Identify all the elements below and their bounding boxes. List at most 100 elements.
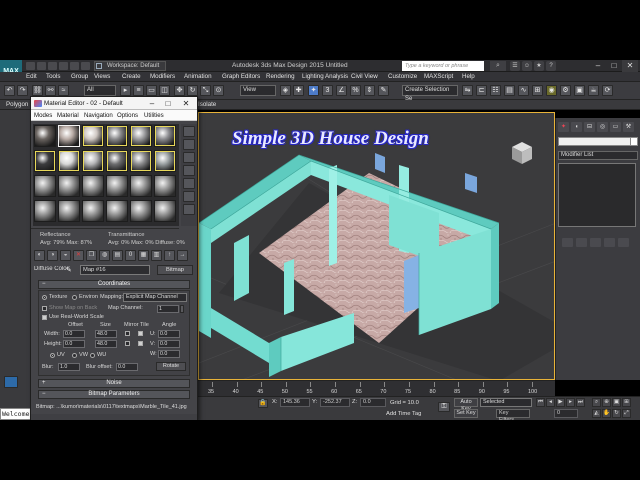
- v-tile-checkbox[interactable]: [138, 341, 143, 346]
- material-editor-icon[interactable]: ◉: [546, 85, 557, 96]
- mirror-icon[interactable]: ⇋: [462, 85, 473, 96]
- zoom-all-icon[interactable]: ⊕: [602, 398, 611, 407]
- me-menu-utilities[interactable]: Utilities: [144, 110, 164, 121]
- texture-radio[interactable]: [42, 295, 47, 300]
- menu-customize[interactable]: Customize: [388, 72, 417, 82]
- show-end-result-icon[interactable]: [576, 238, 587, 247]
- goto-start-icon[interactable]: ⏮: [536, 398, 545, 407]
- rotate-button[interactable]: Rotate: [156, 362, 186, 371]
- me-close-button[interactable]: ✕: [180, 97, 192, 110]
- rotate-icon[interactable]: ↻: [187, 85, 198, 96]
- make-unique-icon[interactable]: [590, 238, 601, 247]
- viewcube-icon[interactable]: [510, 140, 534, 166]
- blur-offset-spinner[interactable]: 0.0: [116, 363, 138, 371]
- menu-help[interactable]: Help: [462, 72, 475, 82]
- select-object-icon[interactable]: ▸: [120, 85, 131, 96]
- mapping-dropdown[interactable]: Explicit Map Channel: [123, 293, 187, 302]
- key-filters-button[interactable]: Key Filters...: [496, 409, 530, 423]
- blur-spinner[interactable]: 1.0: [58, 363, 80, 371]
- me-menu-modes[interactable]: Modes: [34, 110, 52, 121]
- sample-slot[interactable]: [130, 150, 152, 172]
- me-menu-material[interactable]: Material: [57, 110, 79, 121]
- layer-manager-icon[interactable]: ☷: [490, 85, 501, 96]
- utilities-tab-icon[interactable]: ⚒: [623, 122, 634, 132]
- sample-type-icon[interactable]: [183, 126, 195, 137]
- background-icon[interactable]: [183, 152, 195, 163]
- hierarchy-tab-icon[interactable]: ⊟: [584, 122, 595, 132]
- video-color-check-icon[interactable]: [183, 178, 195, 189]
- motion-tab-icon[interactable]: ◎: [597, 122, 608, 132]
- modifier-stack[interactable]: [558, 163, 636, 227]
- sample-slot[interactable]: [58, 125, 80, 147]
- open-icon[interactable]: [37, 62, 46, 70]
- options-icon[interactable]: [183, 204, 195, 215]
- selection-lock-icon[interactable]: 🔒: [258, 399, 268, 408]
- menu-group[interactable]: Group: [71, 72, 88, 82]
- v-offset-spinner[interactable]: 0.0: [63, 340, 85, 348]
- map-channel-spinner[interactable]: 1: [157, 305, 179, 313]
- uv-tiling-icon[interactable]: [183, 165, 195, 176]
- next-frame-icon[interactable]: ▸: [566, 398, 575, 407]
- modify-tab-icon[interactable]: ◖: [571, 122, 582, 132]
- key-mode-icon[interactable]: ⚿: [438, 402, 450, 412]
- sample-slot[interactable]: [154, 175, 176, 197]
- select-by-name-icon[interactable]: ≡: [133, 85, 144, 96]
- menu-create[interactable]: Create: [122, 72, 141, 82]
- object-color-swatch[interactable]: [630, 137, 638, 146]
- close-button[interactable]: ✕: [622, 60, 638, 72]
- map-channel-arrows[interactable]: [180, 305, 184, 313]
- save-icon[interactable]: [48, 62, 57, 70]
- undo-quick-icon[interactable]: [59, 62, 68, 70]
- add-time-tag[interactable]: Add Time Tag: [386, 411, 421, 417]
- sample-slot[interactable]: [82, 150, 104, 172]
- pivot-center-icon[interactable]: ◈: [280, 85, 291, 96]
- graphite-ribbon-icon[interactable]: ▤: [504, 85, 515, 96]
- menu-maxscript[interactable]: MAXScript: [424, 72, 453, 82]
- field-of-view-icon[interactable]: ◭: [592, 409, 601, 418]
- viewport-layout-icon[interactable]: [4, 376, 18, 388]
- subscription-icon[interactable]: ☰: [510, 61, 520, 71]
- show-end-result-me-icon[interactable]: ▥: [151, 250, 162, 261]
- new-icon[interactable]: [26, 62, 35, 70]
- menu-lighting-analysis[interactable]: Lighting Analysis: [302, 72, 348, 82]
- menu-edit[interactable]: Edit: [26, 72, 37, 82]
- show-map-in-viewport-icon[interactable]: ▦: [138, 250, 149, 261]
- u-size-spinner[interactable]: 48.0: [95, 330, 117, 338]
- display-tab-icon[interactable]: ▭: [610, 122, 621, 132]
- maxscript-listener[interactable]: Welcome: [0, 408, 34, 420]
- scale-icon[interactable]: ⤡: [200, 85, 211, 96]
- configure-modifier-icon[interactable]: [618, 238, 629, 247]
- noise-rollout[interactable]: + Noise: [38, 379, 190, 388]
- map-name-field[interactable]: Map #16: [80, 265, 150, 275]
- named-selection-dropdown[interactable]: Create Selection Se: [402, 85, 458, 102]
- menu-modifiers[interactable]: Modifiers: [150, 72, 175, 82]
- unlink-icon[interactable]: ⚯: [45, 85, 56, 96]
- assign-to-selection-icon[interactable]: ◒: [60, 250, 71, 261]
- sample-slot[interactable]: [58, 200, 80, 222]
- make-preview-icon[interactable]: [183, 191, 195, 202]
- map-type-button[interactable]: Bitmap: [157, 265, 193, 275]
- me-minimize-button[interactable]: –: [146, 97, 158, 110]
- sample-slot[interactable]: [154, 125, 176, 147]
- sample-slot[interactable]: [34, 175, 56, 197]
- place-icon[interactable]: ⊙: [213, 85, 224, 96]
- uv-radio[interactable]: [50, 353, 55, 358]
- redo-quick-icon[interactable]: [70, 62, 79, 70]
- backlight-icon[interactable]: [183, 139, 195, 150]
- put-to-scene-icon[interactable]: ◑: [47, 250, 58, 261]
- sample-slot[interactable]: [130, 125, 152, 147]
- angle-snap-icon[interactable]: ∠: [336, 85, 347, 96]
- snaps-toggle-icon[interactable]: 3: [322, 85, 333, 96]
- render-iterative-icon[interactable]: ⟳: [602, 85, 613, 96]
- reference-coord-dropdown[interactable]: View: [240, 85, 276, 96]
- menu-graph-editors[interactable]: Graph Editors: [222, 72, 260, 82]
- current-frame-field[interactable]: 0: [554, 409, 578, 418]
- me-maximize-button[interactable]: □: [162, 97, 174, 110]
- z-coordinate-field[interactable]: 0.0: [360, 398, 386, 407]
- sample-slot[interactable]: [82, 125, 104, 147]
- move-icon[interactable]: ✥: [174, 85, 185, 96]
- sample-slot[interactable]: [154, 150, 176, 172]
- sample-slot[interactable]: [34, 150, 56, 172]
- u-offset-spinner[interactable]: 0.0: [63, 330, 85, 338]
- remove-modifier-icon[interactable]: [604, 238, 615, 247]
